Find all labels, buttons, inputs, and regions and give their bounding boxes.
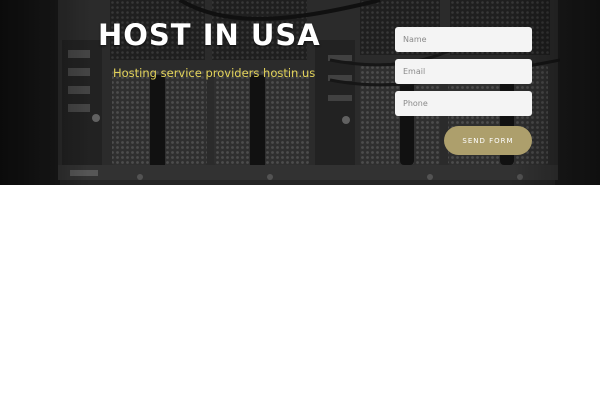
site-tagline: Hosting service providers hostin.us [113,66,316,80]
page-content-area [0,185,600,400]
name-field[interactable] [395,27,532,52]
phone-field[interactable] [395,91,532,116]
send-form-button[interactable]: SEND FORM [444,126,532,155]
site-title: HOST IN USA [98,18,321,52]
email-field[interactable] [395,59,532,84]
contact-form [395,27,532,123]
hero-banner: HOST IN USA Hosting service providers ho… [0,0,600,185]
